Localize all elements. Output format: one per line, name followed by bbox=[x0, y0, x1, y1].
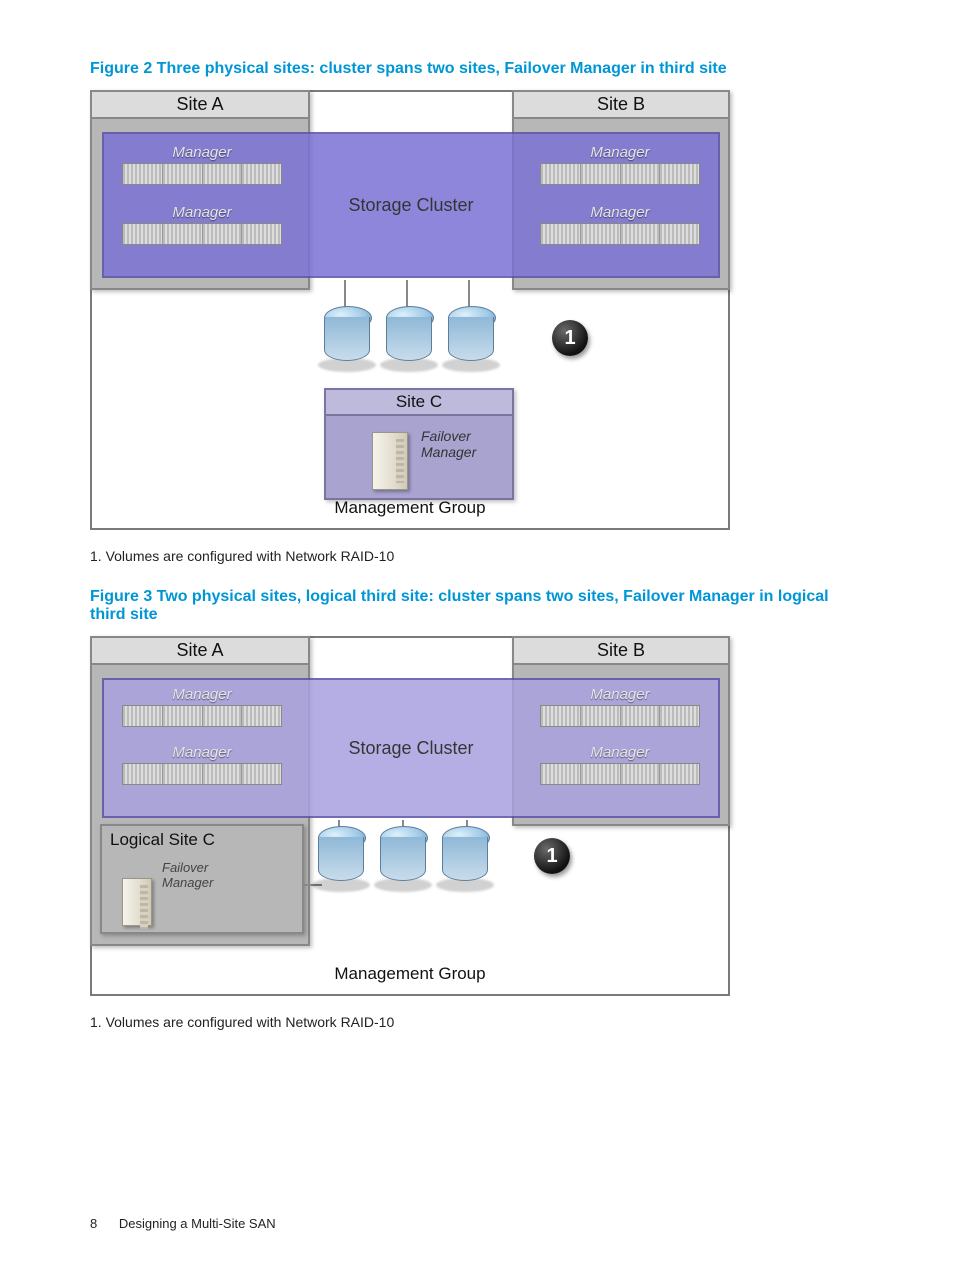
page-number: 8 bbox=[90, 1216, 97, 1231]
server-icon bbox=[122, 705, 282, 727]
server-icon bbox=[122, 163, 282, 185]
server-icon bbox=[540, 223, 700, 245]
management-group-label: Management Group bbox=[92, 498, 728, 518]
figure2-note: 1. Volumes are configured with Network R… bbox=[90, 548, 864, 564]
rack-b2: Manager bbox=[540, 744, 700, 785]
rack-b1: Manager bbox=[540, 686, 700, 727]
failover-manager-label: Failover Manager bbox=[162, 860, 213, 890]
volume-icon bbox=[380, 836, 426, 886]
volume-group bbox=[324, 316, 494, 366]
site-a-header: Site A bbox=[92, 638, 308, 665]
volume-icon bbox=[324, 316, 370, 366]
figure3-note: 1. Volumes are configured with Network R… bbox=[90, 1014, 864, 1030]
failover-manager-label: Failover Manager bbox=[421, 428, 476, 460]
volume-group bbox=[318, 836, 488, 886]
tower-icon bbox=[122, 878, 152, 926]
manager-label: Manager bbox=[540, 144, 700, 161]
rack-a1: Manager bbox=[122, 144, 282, 185]
rack-b1: Manager bbox=[540, 144, 700, 185]
callout-badge: 1 bbox=[534, 838, 570, 874]
rack-a2: Manager bbox=[122, 744, 282, 785]
server-icon bbox=[540, 705, 700, 727]
volume-icon bbox=[386, 316, 432, 366]
manager-label: Manager bbox=[122, 686, 282, 703]
rack-b2: Manager bbox=[540, 204, 700, 245]
chapter-title: Designing a Multi-Site SAN bbox=[119, 1216, 276, 1231]
site-a-header: Site A bbox=[92, 92, 308, 119]
page-footer: 8 Designing a Multi-Site SAN bbox=[90, 1216, 276, 1231]
storage-cluster-label: Storage Cluster bbox=[348, 195, 473, 216]
logical-site-c-header: Logical Site C bbox=[102, 826, 302, 854]
management-group-label: Management Group bbox=[92, 964, 728, 984]
manager-label: Manager bbox=[122, 204, 282, 221]
site-b-header: Site B bbox=[514, 92, 728, 119]
tower-icon bbox=[372, 432, 408, 490]
manager-label: Manager bbox=[122, 744, 282, 761]
site-c-box: Site C Failover Manager bbox=[324, 388, 514, 500]
site-c-header: Site C bbox=[326, 390, 512, 416]
server-icon bbox=[122, 763, 282, 785]
volume-icon bbox=[442, 836, 488, 886]
callout-badge: 1 bbox=[552, 320, 588, 356]
volume-icon bbox=[318, 836, 364, 886]
rack-a2: Manager bbox=[122, 204, 282, 245]
manager-label: Manager bbox=[122, 144, 282, 161]
logical-site-c-box: Logical Site C Failover Manager bbox=[100, 824, 304, 934]
manager-label: Manager bbox=[540, 744, 700, 761]
figure3-diagram: Site A Logical Site C Failover Manager S… bbox=[90, 636, 730, 996]
storage-cluster-label: Storage Cluster bbox=[348, 738, 473, 759]
volume-icon bbox=[448, 316, 494, 366]
site-b-header: Site B bbox=[514, 638, 728, 665]
manager-label: Manager bbox=[540, 686, 700, 703]
server-icon bbox=[122, 223, 282, 245]
figure2-diagram: Site A Site B Storage Cluster Manager Ma… bbox=[90, 90, 730, 530]
server-icon bbox=[540, 163, 700, 185]
figure3-caption: Figure 3 Two physical sites, logical thi… bbox=[90, 588, 864, 624]
server-icon bbox=[540, 763, 700, 785]
manager-label: Manager bbox=[540, 204, 700, 221]
rack-a1: Manager bbox=[122, 686, 282, 727]
figure2-caption: Figure 2 Three physical sites: cluster s… bbox=[90, 60, 864, 78]
